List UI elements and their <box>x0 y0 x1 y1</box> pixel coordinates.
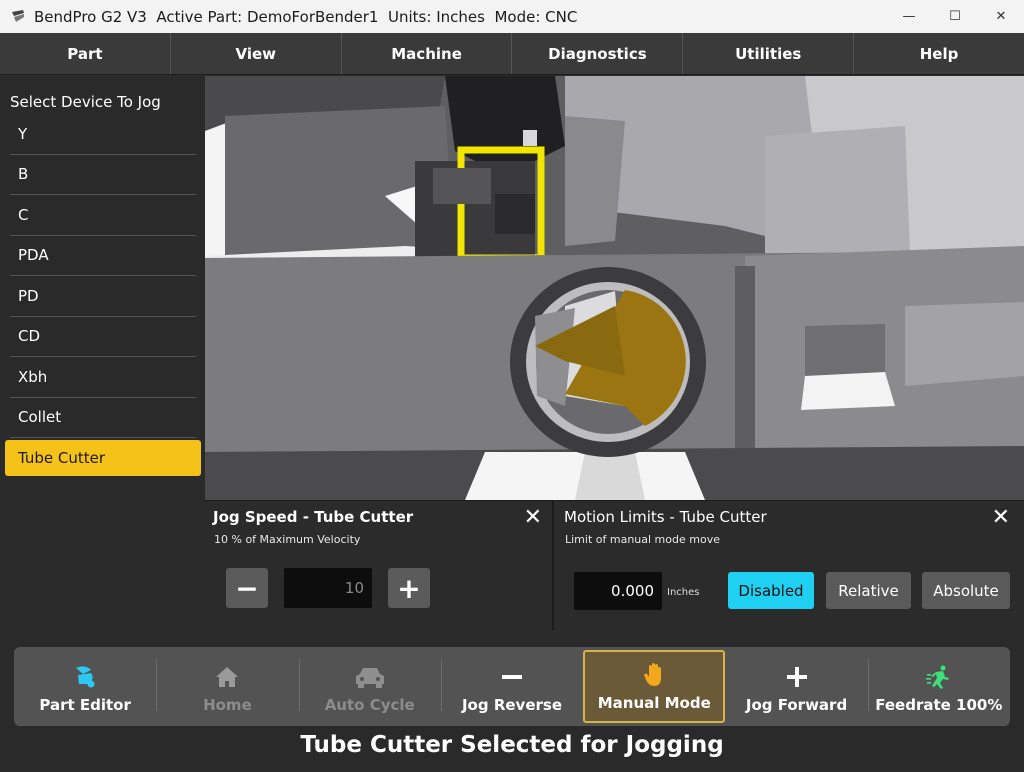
title-bar: BendPro G2 V3 Active Part: DemoForBender… <box>0 0 1024 33</box>
close-jog-panel-icon[interactable]: ✕ <box>524 507 542 529</box>
motion-limit-unit: Inches <box>667 587 700 598</box>
close-limits-panel-icon[interactable]: ✕ <box>992 507 1010 529</box>
device-item-y[interactable]: Y <box>10 114 196 155</box>
app-logo-icon <box>12 9 24 22</box>
auto-cycle-button[interactable]: Auto Cycle <box>298 647 441 726</box>
maximize-button[interactable]: ☐ <box>932 0 978 33</box>
manual-mode-label: Manual Mode <box>597 694 711 712</box>
manual-mode-button[interactable]: Manual Mode <box>583 650 726 723</box>
device-item-cd[interactable]: CD <box>10 317 196 357</box>
minimize-button[interactable]: — <box>886 0 932 33</box>
hand-icon <box>643 662 665 688</box>
decrease-speed-button[interactable]: − <box>226 568 268 608</box>
sidebar-title: Select Device To Jog <box>10 93 161 111</box>
motion-limit-input[interactable]: 0.000 <box>574 572 662 610</box>
window-controls: — ☐ ✕ <box>886 0 1024 33</box>
menu-part[interactable]: Part <box>0 33 171 74</box>
limit-relative-button[interactable]: Relative <box>826 572 911 609</box>
minus-icon <box>501 664 523 690</box>
jog-speed-panel: Jog Speed - Tube Cutter 10 % of Maximum … <box>205 500 554 630</box>
motion-limits-title: Motion Limits - Tube Cutter <box>564 508 767 526</box>
menu-utilities[interactable]: Utilities <box>683 33 855 74</box>
close-window-button[interactable]: ✕ <box>978 0 1024 33</box>
motion-limits-subtitle: Limit of manual mode move <box>565 533 720 546</box>
device-sidebar: Select Device To Jog Y B C PDA PD CD Xbh… <box>0 76 205 634</box>
part-editor-icon <box>73 664 97 690</box>
main-menu: Part View Machine Diagnostics Utilities … <box>0 33 1024 75</box>
device-item-collet[interactable]: Collet <box>10 398 196 438</box>
window-title: BendPro G2 V3 Active Part: DemoForBender… <box>34 7 578 26</box>
jog-forward-button[interactable]: Jog Forward <box>725 647 867 726</box>
plus-icon <box>786 664 808 690</box>
auto-cycle-label: Auto Cycle <box>324 696 415 714</box>
home-label: Home <box>203 696 252 714</box>
jog-speed-subtitle: 10 % of Maximum Velocity <box>214 533 361 546</box>
jog-forward-label: Jog Forward <box>745 696 848 714</box>
motion-limits-panel: Motion Limits - Tube Cutter Limit of man… <box>556 500 1024 630</box>
part-editor-label: Part Editor <box>39 696 131 714</box>
device-item-c[interactable]: C <box>10 195 196 236</box>
menu-diagnostics[interactable]: Diagnostics <box>512 33 684 74</box>
part-editor-button[interactable]: Part Editor <box>14 647 156 726</box>
running-man-icon <box>925 664 952 690</box>
feedrate-button[interactable]: Feedrate 100% <box>867 647 1010 726</box>
status-message: Tube Cutter Selected for Jogging <box>300 732 724 758</box>
jog-reverse-button[interactable]: Jog Reverse <box>440 647 583 726</box>
device-item-b[interactable]: B <box>10 155 196 195</box>
car-icon <box>354 664 386 690</box>
increase-speed-button[interactable]: + <box>388 568 430 608</box>
home-button[interactable]: Home <box>156 647 298 726</box>
bottom-toolbar-area: Part Editor Home Auto Cycle Jog Reverse … <box>0 632 1024 772</box>
machine-scene <box>205 76 1024 500</box>
jog-reverse-label: Jog Reverse <box>461 696 562 714</box>
action-toolbar: Part Editor Home Auto Cycle Jog Reverse … <box>14 647 1010 726</box>
device-item-tube-cutter[interactable]: Tube Cutter <box>5 440 201 476</box>
machine-3d-viewport[interactable] <box>205 76 1024 500</box>
home-icon <box>215 664 239 690</box>
jog-speed-title: Jog Speed - Tube Cutter <box>213 508 414 526</box>
limit-absolute-button[interactable]: Absolute <box>922 572 1010 609</box>
device-list: Y B C PDA PD CD Xbh Collet Tube Cutter <box>5 114 201 476</box>
jog-speed-input[interactable]: 10 <box>284 568 372 608</box>
device-item-pda[interactable]: PDA <box>10 236 196 276</box>
feedrate-label: Feedrate 100% <box>875 696 1003 714</box>
menu-view[interactable]: View <box>171 33 342 74</box>
limit-disabled-button[interactable]: Disabled <box>728 572 814 609</box>
menu-machine[interactable]: Machine <box>342 33 513 74</box>
menu-help[interactable]: Help <box>854 33 1024 74</box>
device-item-xbh[interactable]: Xbh <box>10 357 196 398</box>
device-item-pd[interactable]: PD <box>10 276 196 317</box>
